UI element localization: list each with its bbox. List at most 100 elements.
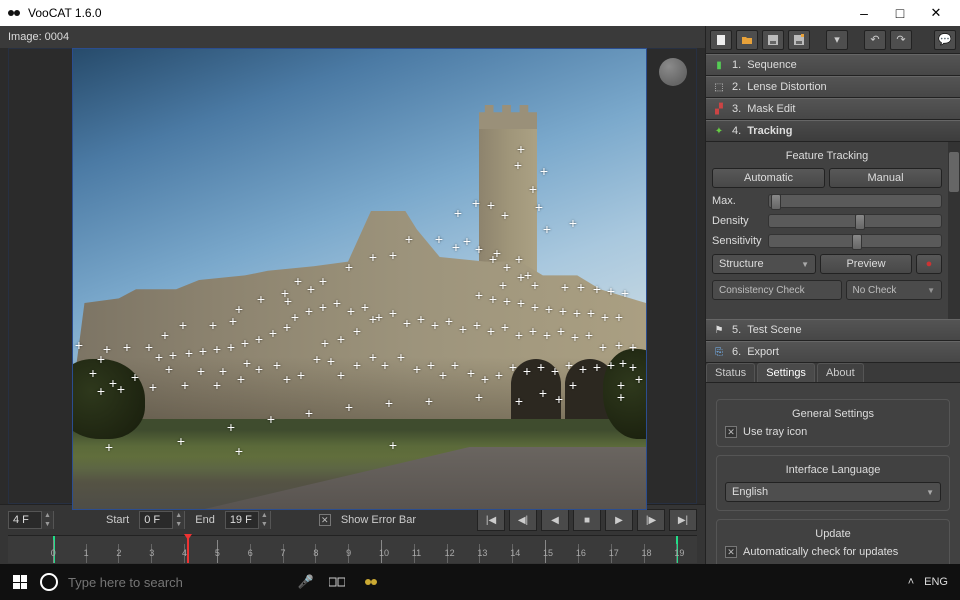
timeline-tick-label: 2 bbox=[116, 548, 121, 558]
sensitivity-slider[interactable] bbox=[768, 234, 942, 248]
show-error-bar-checkbox[interactable]: ✕ bbox=[319, 514, 331, 526]
auto-check-checkbox[interactable]: ✕ bbox=[725, 546, 737, 558]
stop-button[interactable]: ■ bbox=[573, 509, 601, 531]
max-slider[interactable] bbox=[768, 194, 942, 208]
automatic-button[interactable]: Automatic bbox=[712, 168, 825, 188]
viewport[interactable]: ++++++++++++++++++++++++++++++++++++++++… bbox=[0, 48, 705, 504]
current-frame-spinner[interactable]: 4 F ▲▼ bbox=[8, 511, 54, 529]
timeline-tick-label: 10 bbox=[379, 548, 389, 558]
tab-about[interactable]: About bbox=[817, 363, 864, 382]
titlebar: VooCAT 1.6.0 – □ ✕ bbox=[0, 0, 960, 26]
auto-check-label: Automatically check for updates bbox=[743, 546, 898, 558]
language-combo[interactable]: English▼ bbox=[725, 482, 941, 502]
side-panel: ▾ ↶ ↷ 💬 ▮ 1. Sequence ⬚ 2. Lense Distort… bbox=[705, 26, 960, 564]
density-label: Density bbox=[712, 215, 762, 227]
close-button[interactable]: ✕ bbox=[918, 0, 954, 26]
tab-status[interactable]: Status bbox=[706, 363, 755, 382]
playback-controls: 4 F ▲▼ Start 0 F ▲▼ End 19 F ▲▼ ✕ Show E… bbox=[0, 504, 705, 564]
end-label: End bbox=[191, 514, 219, 526]
redo-button[interactable]: ↷ bbox=[890, 30, 912, 50]
timeline-tick-label: 0 bbox=[51, 548, 56, 558]
search-input[interactable] bbox=[68, 575, 288, 590]
tab-settings[interactable]: Settings bbox=[757, 363, 815, 382]
image-label: Image: 0004 bbox=[8, 31, 69, 43]
timeline-current-marker[interactable] bbox=[187, 536, 189, 563]
play-back-button[interactable]: ◀ bbox=[541, 509, 569, 531]
cortana-icon bbox=[40, 573, 58, 591]
step-tracking[interactable]: ✦ 4. Tracking bbox=[706, 120, 960, 142]
new-button[interactable] bbox=[710, 30, 732, 50]
go-end-button[interactable]: ▶| bbox=[669, 509, 697, 531]
sensitivity-label: Sensitivity bbox=[712, 235, 762, 247]
viewport-pane: Image: 0004 ++++++++++++++++++++++++++++… bbox=[0, 26, 705, 564]
open-button[interactable] bbox=[736, 30, 758, 50]
taskbar-search[interactable]: 🎤 bbox=[40, 564, 320, 600]
play-forward-button[interactable]: ▶ bbox=[605, 509, 633, 531]
maximize-button[interactable]: □ bbox=[882, 0, 918, 26]
timeline-tick-label: 15 bbox=[543, 548, 553, 558]
minimize-button[interactable]: – bbox=[846, 0, 882, 26]
go-start-button[interactable]: |◀ bbox=[477, 509, 505, 531]
timeline-tick-label: 3 bbox=[149, 548, 154, 558]
export-icon: ⎘ bbox=[712, 345, 726, 359]
scrollbar[interactable] bbox=[948, 142, 960, 319]
tray-language[interactable]: ENG bbox=[924, 576, 948, 588]
start-frame-spinner[interactable]: 0 F ▲▼ bbox=[139, 511, 185, 529]
timeline-tick-label: 17 bbox=[609, 548, 619, 558]
timeline-tick-label: 7 bbox=[281, 548, 286, 558]
timeline-tick-label: 13 bbox=[477, 548, 487, 558]
use-tray-checkbox[interactable]: ✕ bbox=[725, 426, 737, 438]
image-frame[interactable]: ++++++++++++++++++++++++++++++++++++++++… bbox=[72, 48, 647, 510]
start-label: Start bbox=[102, 514, 133, 526]
step-sequence[interactable]: ▮ 1. Sequence bbox=[706, 54, 960, 76]
consistency-combo[interactable]: No Check▼ bbox=[846, 280, 943, 300]
timeline-tick-label: 19 bbox=[674, 548, 684, 558]
task-view-button[interactable] bbox=[320, 564, 354, 600]
timeline-tick-label: 9 bbox=[346, 548, 351, 558]
timeline-tick-label: 4 bbox=[182, 548, 187, 558]
start-button[interactable] bbox=[0, 564, 40, 600]
preview-record-button[interactable]: ● bbox=[916, 254, 942, 274]
lens-icon: ⬚ bbox=[712, 80, 726, 94]
consistency-label: Consistency Check bbox=[712, 280, 842, 300]
tracking-panel: Feature Tracking Automatic Manual Max. D… bbox=[706, 142, 960, 319]
timeline-tick-label: 14 bbox=[510, 548, 520, 558]
step-forward-button[interactable]: |▶ bbox=[637, 509, 665, 531]
mask-icon: ▞ bbox=[712, 102, 726, 116]
timeline-tick-label: 6 bbox=[248, 548, 253, 558]
max-label: Max. bbox=[712, 195, 762, 207]
info-tabs: Status Settings About bbox=[706, 363, 960, 383]
dropdown-button[interactable]: ▾ bbox=[826, 30, 848, 50]
taskbar: 🎤 ˄ ENG bbox=[0, 564, 960, 600]
timeline-tick-label: 5 bbox=[215, 548, 220, 558]
timeline-tick-label: 1 bbox=[84, 548, 89, 558]
timeline[interactable]: 012345678910111213141516171819 bbox=[8, 535, 697, 563]
image-header: Image: 0004 bbox=[0, 26, 705, 48]
timeline-tick-label: 8 bbox=[313, 548, 318, 558]
tracking-icon: ✦ bbox=[712, 124, 726, 138]
use-tray-label: Use tray icon bbox=[743, 426, 807, 438]
end-frame-spinner[interactable]: 19 F ▲▼ bbox=[225, 511, 271, 529]
windows-logo-icon bbox=[13, 575, 27, 589]
settings-panel: General Settings ✕ Use tray icon Interfa… bbox=[706, 383, 960, 564]
sphere-gizmo[interactable] bbox=[659, 58, 687, 86]
tray-expand-icon[interactable]: ˄ bbox=[908, 576, 914, 588]
save-as-button[interactable] bbox=[788, 30, 810, 50]
undo-button[interactable]: ↶ bbox=[864, 30, 886, 50]
step-mask-edit[interactable]: ▞ 3. Mask Edit bbox=[706, 98, 960, 120]
side-toolbar: ▾ ↶ ↷ 💬 bbox=[706, 26, 960, 54]
step-export[interactable]: ⎘ 6. Export bbox=[706, 341, 960, 363]
step-test-scene[interactable]: ⚑ 5. Test Scene bbox=[706, 319, 960, 341]
save-button[interactable] bbox=[762, 30, 784, 50]
help-button[interactable]: 💬 bbox=[934, 30, 956, 50]
taskbar-app-voocat[interactable] bbox=[354, 564, 388, 600]
update-group: Update ✕ Automatically check for updates… bbox=[716, 519, 950, 564]
step-back-button[interactable]: ◀| bbox=[509, 509, 537, 531]
structure-combo[interactable]: Structure▼ bbox=[712, 254, 816, 274]
density-slider[interactable] bbox=[768, 214, 942, 228]
mic-icon[interactable]: 🎤 bbox=[298, 574, 314, 590]
preview-button[interactable]: Preview bbox=[820, 254, 912, 274]
window-title: VooCAT 1.6.0 bbox=[28, 6, 102, 20]
manual-button[interactable]: Manual bbox=[829, 168, 942, 188]
step-lense-distortion[interactable]: ⬚ 2. Lense Distortion bbox=[706, 76, 960, 98]
